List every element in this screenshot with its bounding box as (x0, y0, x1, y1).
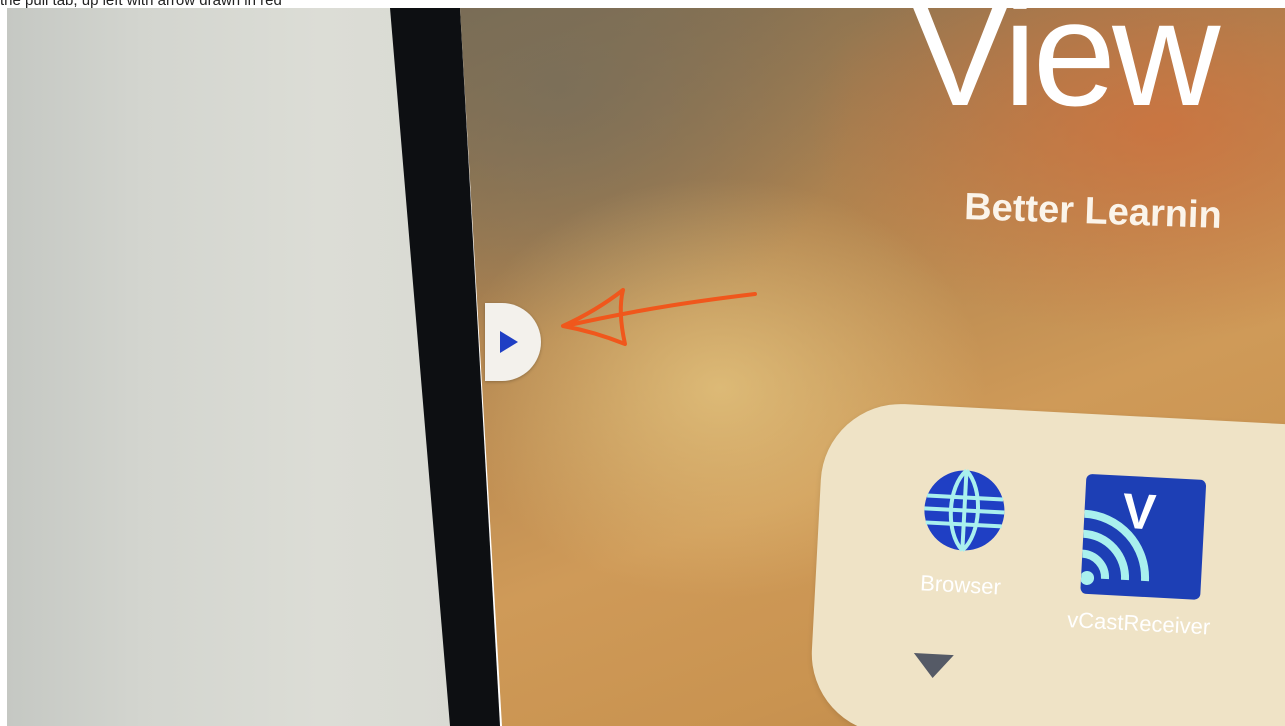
photo-caption: the pull tab, up left with arrow drawn i… (0, 0, 1285, 8)
caret-down-icon (913, 652, 954, 679)
wall-background (7, 8, 457, 726)
screen-subtitle: Better Learnin (963, 186, 1223, 237)
vcast-icon: V (1080, 473, 1207, 600)
browser-label: Browser (919, 570, 1002, 600)
browser-app[interactable]: Browser (885, 464, 1042, 603)
vcastreceiver-app[interactable]: V vCastReceiver (1063, 473, 1221, 641)
vcastreceiver-label: vCastReceiver (1066, 606, 1211, 640)
cast-waves-icon (1080, 509, 1149, 585)
side-pull-tab[interactable] (485, 303, 541, 381)
app-dock: Browser V vCastReceiver (807, 400, 1285, 726)
hand-drawn-arrow-icon (561, 288, 757, 346)
play-triangle-icon (500, 331, 518, 353)
globe-icon (924, 468, 1005, 552)
screen-title: View (910, 8, 1220, 137)
more-apps-button[interactable] (910, 651, 956, 686)
display-screen: View Better Learnin Browser V vCastRecei… (460, 8, 1285, 726)
